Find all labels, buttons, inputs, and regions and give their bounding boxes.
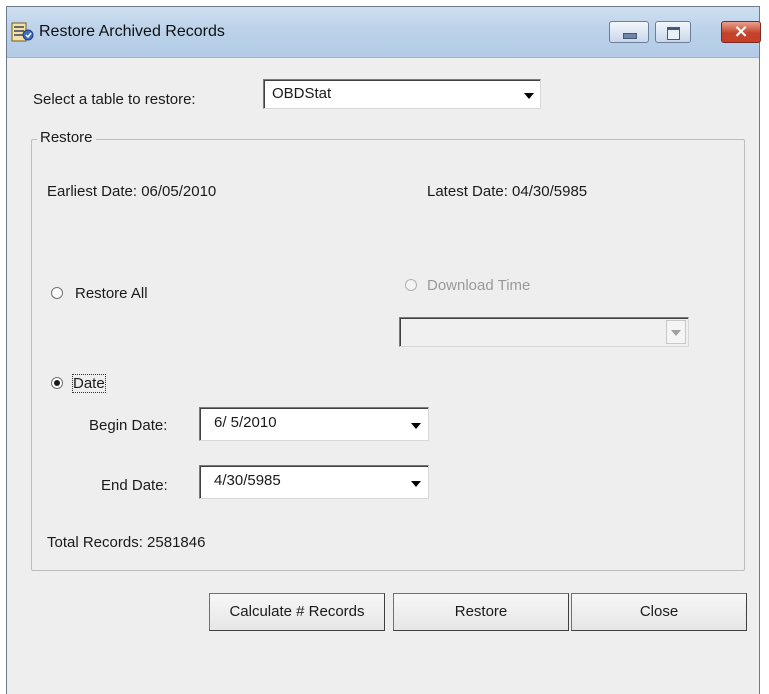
download-time-dropdown <box>399 317 689 347</box>
restore-all-label[interactable]: Restore All <box>75 285 148 302</box>
close-button[interactable]: Close <box>571 593 747 631</box>
restore-groupbox <box>31 139 745 571</box>
minimize-icon <box>623 33 637 39</box>
table-select-value: OBDStat <box>272 85 332 102</box>
restore-all-radio[interactable] <box>51 287 63 299</box>
window-title: Restore Archived Records <box>39 23 225 40</box>
download-time-label: Download Time <box>427 277 531 294</box>
end-date-value: 4/30/5985 <box>214 472 281 489</box>
date-radio[interactable] <box>51 377 63 389</box>
chevron-down-icon <box>671 330 681 336</box>
minimize-button[interactable] <box>609 21 649 43</box>
close-icon: × <box>733 21 749 42</box>
title-bar[interactable]: Restore Archived Records × <box>7 7 761 58</box>
chevron-down-icon <box>411 423 421 429</box>
chevron-down-icon <box>524 93 534 99</box>
begin-date-picker[interactable]: 6/ 5/2010 <box>199 407 429 441</box>
table-select-label: Select a table to restore: <box>33 91 196 108</box>
chevron-down-icon <box>411 481 421 487</box>
maximize-icon <box>667 27 680 40</box>
app-icon <box>11 22 34 42</box>
restore-archived-records-dialog: Restore Archived Records × Select a tabl… <box>6 6 761 694</box>
restore-button[interactable]: Restore <box>393 593 569 631</box>
download-time-radio <box>405 279 417 291</box>
maximize-button[interactable] <box>655 21 691 43</box>
restore-group-legend: Restore <box>37 129 96 146</box>
end-date-picker[interactable]: 4/30/5985 <box>199 465 429 499</box>
total-records-text: Total Records: 2581846 <box>47 534 206 551</box>
dropdown-button <box>666 320 686 344</box>
date-label[interactable]: Date <box>72 374 106 393</box>
begin-date-value: 6/ 5/2010 <box>214 414 277 431</box>
close-window-button[interactable]: × <box>721 21 761 43</box>
calculate-records-button[interactable]: Calculate # Records <box>209 593 385 631</box>
table-select-dropdown[interactable]: OBDStat <box>263 79 541 109</box>
earliest-date-text: Earliest Date: 06/05/2010 <box>47 183 217 200</box>
end-date-label: End Date: <box>101 477 168 494</box>
latest-date-text: Latest Date: 04/30/5985 <box>427 183 588 200</box>
begin-date-label: Begin Date: <box>89 417 168 434</box>
